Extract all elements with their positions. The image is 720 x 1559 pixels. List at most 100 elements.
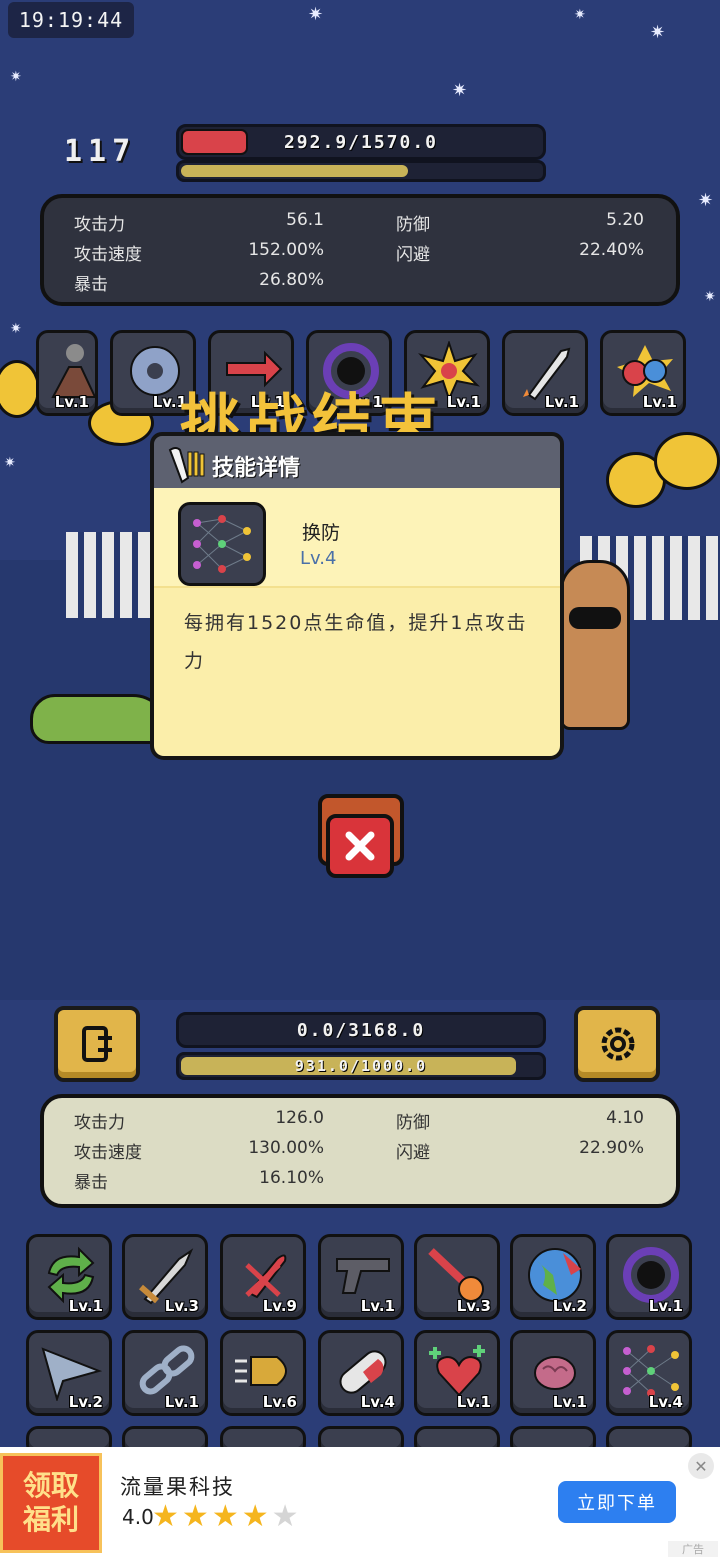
ad-badge-line2: 福利 bbox=[22, 1503, 79, 1536]
stat-value: 16.10% bbox=[259, 1168, 324, 1188]
crossed-bullet-icon bbox=[245, 1254, 287, 1299]
skill-level: Lv.2 bbox=[68, 1393, 103, 1411]
player-skill-slot[interactable]: Lv.3 bbox=[122, 1234, 208, 1320]
player-skill-slot[interactable]: Lv.1 bbox=[606, 1234, 692, 1320]
status-clock: 19:19:44 bbox=[8, 2, 134, 38]
player-skill-slot[interactable]: Lv.3 bbox=[414, 1234, 500, 1320]
skill-detail-modal: 换防 Lv.4 每拥有1520点生命值，提升1点攻击力 bbox=[150, 488, 564, 760]
stat-label: 攻击力 bbox=[74, 1113, 125, 1133]
player-skill-slot[interactable]: Lv.4 bbox=[606, 1330, 692, 1416]
pill-icon bbox=[339, 1350, 387, 1394]
player-skill-slot[interactable]: Lv.1 bbox=[318, 1234, 404, 1320]
player-skill-slot[interactable]: Lv.1 bbox=[414, 1330, 500, 1416]
hero-character bbox=[560, 560, 630, 730]
player-hp-bar: 0.0/3168.0 bbox=[176, 1012, 546, 1048]
skill-level: Lv.1 bbox=[54, 393, 89, 411]
skill-level: Lv.2 bbox=[552, 1297, 587, 1315]
neural-net-icon bbox=[623, 1345, 679, 1397]
globe-icon bbox=[528, 1248, 582, 1302]
settings-button[interactable] bbox=[574, 1006, 660, 1082]
star-empty-icon: ★ bbox=[271, 1499, 302, 1534]
stat-label: 闪避 bbox=[396, 1143, 430, 1163]
player-hp-text: 0.0/3168.0 bbox=[296, 1019, 426, 1041]
sword-icon bbox=[139, 1248, 194, 1305]
ad-tag: 广告 bbox=[668, 1541, 718, 1557]
skill-level: Lv.1 bbox=[642, 393, 677, 411]
star-filled-icon: ★ bbox=[211, 1499, 242, 1534]
skill-level: Lv.1 bbox=[68, 1297, 103, 1315]
skill-level: Lv.1 bbox=[360, 1297, 395, 1315]
player-skill-slot[interactable]: Lv.2 bbox=[510, 1234, 596, 1320]
enemy-secondary-bar bbox=[176, 160, 546, 182]
star-decoration: ✷ bbox=[704, 289, 716, 305]
gear-icon bbox=[601, 1027, 635, 1061]
ad-rating-stars: ★★★★★ bbox=[152, 1501, 302, 1533]
stat-value: 56.1 bbox=[286, 210, 324, 230]
heart-plus-icon bbox=[429, 1345, 485, 1397]
paper-plane-icon bbox=[41, 1347, 103, 1401]
star-decoration: ✷ bbox=[10, 69, 22, 85]
rocket-icon bbox=[523, 347, 571, 401]
saw-blade-icon bbox=[130, 346, 180, 396]
stat-value: 22.40% bbox=[579, 240, 644, 260]
bullet-icon bbox=[235, 1356, 287, 1386]
sunglasses bbox=[569, 607, 621, 629]
modal-skill-name: 换防 bbox=[302, 522, 341, 544]
skill-level: Lv.3 bbox=[164, 1297, 199, 1315]
player-skill-slot[interactable]: Lv.1 bbox=[122, 1330, 208, 1416]
player-stats-panel: 攻击力 126.0 防御 4.10 攻击速度 130.00% 闪避 22.90%… bbox=[40, 1094, 680, 1208]
skill-level: Lv.6 bbox=[262, 1393, 297, 1411]
player-exp-text: 931.0/1000.0 bbox=[294, 1057, 428, 1075]
cycle-arrows-icon bbox=[47, 1246, 95, 1304]
skill-level: Lv.1 bbox=[446, 393, 481, 411]
enemy-hp-bar: 292.9/1570.0 bbox=[176, 124, 546, 160]
star-filled-icon: ★ bbox=[152, 1499, 182, 1534]
wave-number: 117 bbox=[64, 134, 137, 169]
player-skill-slot[interactable]: Lv.9 bbox=[220, 1234, 306, 1320]
player-skill-slot[interactable]: Lv.1 bbox=[26, 1234, 112, 1320]
star-decoration: ✷ bbox=[308, 4, 324, 25]
ad-banner[interactable]: 领取 福利 流量果科技 4.0 ★★★★★ 立即下单 ✕ 广告 bbox=[0, 1447, 720, 1559]
stat-value: 22.90% bbox=[579, 1138, 644, 1158]
player-exp-bar: 931.0/1000.0 bbox=[176, 1052, 546, 1080]
close-icon bbox=[345, 831, 375, 861]
player-skill-slot[interactable]: Lv.2 bbox=[26, 1330, 112, 1416]
skill-level: Lv.1 bbox=[544, 393, 579, 411]
enemy-hp-text: 292.9/1570.0 bbox=[283, 131, 439, 153]
green-bush bbox=[30, 694, 170, 744]
stat-label: 攻击速度 bbox=[74, 1143, 142, 1163]
player-skill-slot[interactable]: Lv.6 bbox=[220, 1330, 306, 1416]
bee-enemy bbox=[654, 432, 720, 490]
skill-level: Lv.1 bbox=[648, 1297, 683, 1315]
ad-badge-line1: 领取 bbox=[22, 1469, 79, 1502]
player-skill-slot[interactable]: Lv.4 bbox=[318, 1330, 404, 1416]
stat-label: 暴击 bbox=[74, 275, 108, 295]
stat-value: 26.80% bbox=[259, 270, 324, 290]
stat-value: 4.10 bbox=[606, 1108, 644, 1128]
star-decoration: ✷ bbox=[650, 22, 666, 43]
exit-button[interactable] bbox=[54, 1006, 140, 1082]
star-decoration: ✷ bbox=[10, 321, 22, 337]
enemy-skill-slot[interactable]: Lv.1 bbox=[502, 330, 588, 416]
boxing-gloves-icon bbox=[617, 345, 673, 397]
skill-level: Lv.4 bbox=[648, 1393, 683, 1411]
enemy-skill-slot[interactable]: Lv.1 bbox=[36, 330, 98, 416]
modal-title: 技能详情 bbox=[212, 456, 301, 481]
brain-icon bbox=[534, 1356, 576, 1390]
ad-badge: 领取 福利 bbox=[0, 1453, 102, 1553]
modal-skill-description: 每拥有1520点生命值，提升1点攻击力 bbox=[184, 612, 528, 672]
ad-rating-number: 4.0 bbox=[122, 1505, 154, 1529]
black-hole-icon bbox=[623, 1247, 679, 1303]
close-button[interactable] bbox=[326, 814, 394, 878]
chain-link-icon bbox=[139, 1345, 195, 1395]
enemy-stats-panel: 攻击力 56.1 防御 5.20 攻击速度 152.00% 闪避 22.40% … bbox=[40, 194, 680, 306]
enemy-skill-slot[interactable]: Lv.1 bbox=[600, 330, 686, 416]
star-decoration: ✷ bbox=[574, 7, 586, 23]
stat-label: 闪避 bbox=[396, 245, 430, 265]
ad-close-icon[interactable]: ✕ bbox=[688, 1453, 714, 1479]
skill-level: Lv.3 bbox=[456, 1297, 491, 1315]
player-skill-slot[interactable]: Lv.1 bbox=[510, 1330, 596, 1416]
ad-cta-button[interactable]: 立即下单 bbox=[558, 1481, 676, 1523]
bee-enemy bbox=[0, 360, 40, 418]
stat-label: 暴击 bbox=[74, 1173, 108, 1193]
